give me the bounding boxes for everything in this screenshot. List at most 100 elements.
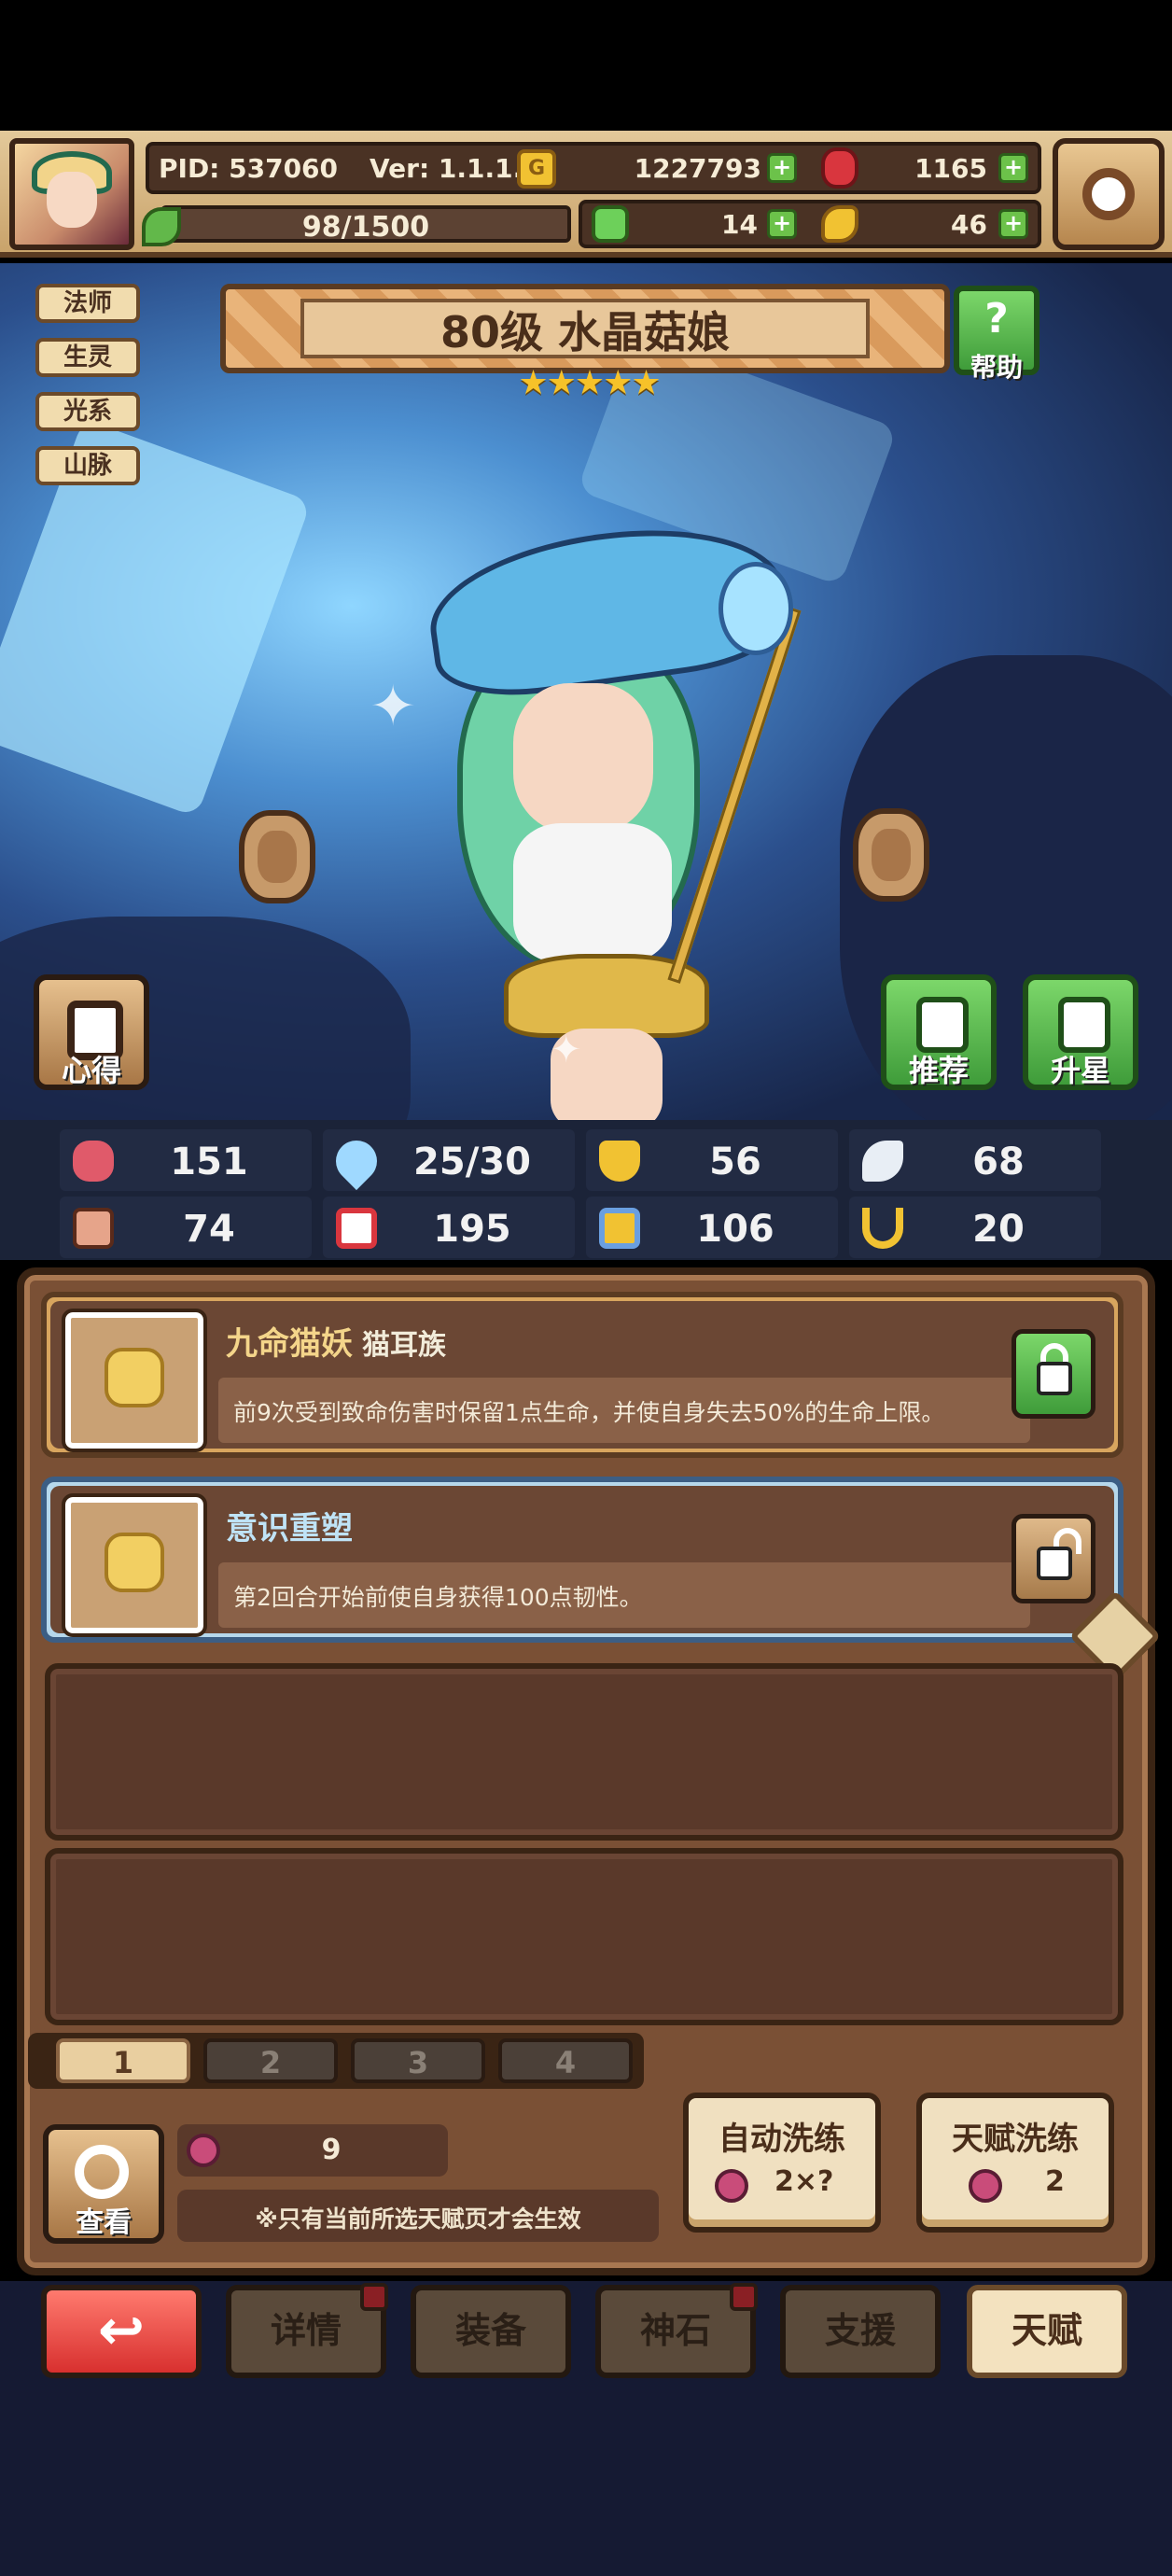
berry-count: 9 xyxy=(321,2134,342,2166)
class-tag: 法师 xyxy=(35,284,140,323)
star-up-label: 升星 xyxy=(1050,1053,1110,1088)
add-key-button[interactable]: + xyxy=(998,209,1028,239)
heart-icon xyxy=(73,1141,114,1182)
stat-hp: 151 xyxy=(60,1129,312,1191)
empty-talent-slot-3 xyxy=(45,1663,1123,1841)
lock-toggle-button[interactable] xyxy=(1012,1514,1095,1603)
talent-wash-cost: 2 xyxy=(1045,2165,1065,2198)
back-arrow-icon: ↩ xyxy=(97,2298,146,2363)
key-icon xyxy=(821,205,858,243)
stat-value: 195 xyxy=(433,1208,511,1251)
insight-label: 心得 xyxy=(61,1053,121,1088)
stat-value: 25/30 xyxy=(413,1141,531,1183)
cross-icon xyxy=(105,1533,164,1592)
stat-resist: 106 xyxy=(586,1197,838,1258)
talent-icon-cross xyxy=(62,1493,207,1637)
nav-support[interactable]: 支援 xyxy=(780,2285,941,2378)
page-tab-3[interactable]: 3 xyxy=(351,2038,485,2083)
add-clover-button[interactable]: + xyxy=(767,209,797,239)
auto-wash-button[interactable]: 自动洗练 2×? xyxy=(683,2093,881,2233)
status-bar-area xyxy=(0,0,1172,131)
talent-slot-1[interactable]: 九命猫妖 猫耳族 前9次受到致命伤害时保留1点生命，并使自身失去50%的生命上限。 xyxy=(41,1292,1123,1458)
nav-equipment-label: 装备 xyxy=(454,2310,526,2351)
nav-equipment[interactable]: 装备 xyxy=(411,2285,571,2378)
page-tab-2[interactable]: 2 xyxy=(203,2038,338,2083)
notification-dot xyxy=(730,2283,758,2311)
stat-value: 74 xyxy=(183,1208,235,1251)
wing-icon xyxy=(862,1141,903,1182)
stat-magic: 195 xyxy=(323,1197,575,1258)
magnifier-icon xyxy=(75,2145,129,2199)
gold-amount: 1227793 xyxy=(634,153,761,184)
player-id: PID: 537060 xyxy=(159,153,339,184)
stat-attack: 74 xyxy=(60,1197,312,1258)
settings-button[interactable] xyxy=(1053,138,1165,250)
thumbs-up-icon xyxy=(916,997,969,1053)
notification-dot xyxy=(360,2283,388,2311)
view-label: 查看 xyxy=(76,2206,132,2239)
talent-content: 九命猫妖 猫耳族 前9次受到致命伤害时保留1点生命，并使自身失去50%的生命上限。 xyxy=(50,1301,1114,1452)
nav-details[interactable]: 详情 xyxy=(226,2283,388,2378)
stat-value: 20 xyxy=(972,1208,1025,1251)
sparkle-icon: ✦ xyxy=(370,674,417,739)
stat-value: 56 xyxy=(709,1141,761,1183)
lock-toggle-button[interactable] xyxy=(1012,1329,1095,1419)
lock-closed-icon xyxy=(1037,1362,1072,1395)
mana-drop-icon xyxy=(327,1131,386,1191)
add-gem-button[interactable]: + xyxy=(998,153,1028,183)
auto-wash-cost: 2×? xyxy=(774,2165,834,2198)
berry-counter: 9 xyxy=(177,2124,448,2177)
rune-core xyxy=(872,829,911,881)
stat-mana: 25/30 xyxy=(323,1129,575,1191)
page-tab-4[interactable]: 4 xyxy=(498,2038,633,2083)
staff-orb xyxy=(719,562,793,655)
stat-value: 106 xyxy=(696,1208,774,1251)
clover-icon xyxy=(592,205,629,243)
star-rating: ★★★★★ xyxy=(518,364,661,402)
scroll-icon xyxy=(599,1208,640,1249)
insight-button[interactable]: 心得 xyxy=(34,974,149,1090)
berry-icon xyxy=(715,2169,748,2203)
talent-wash-button[interactable]: 天赋洗练 2 xyxy=(916,2093,1114,2233)
stat-defense: 56 xyxy=(586,1129,838,1191)
berry-icon xyxy=(969,2169,1002,2203)
nav-support-label: 支援 xyxy=(824,2310,896,2351)
lock-open-icon xyxy=(1037,1547,1072,1580)
nav-talent-label: 天赋 xyxy=(1011,2310,1082,2351)
avatar-face xyxy=(47,172,97,228)
help-label: 帮助 xyxy=(970,352,1023,383)
back-button[interactable]: ↩ xyxy=(41,2285,202,2378)
nav-talent[interactable]: 天赋 xyxy=(967,2285,1127,2378)
key-amount: 46 xyxy=(951,209,987,240)
talent-description: 第2回合开始前使自身获得100点韧性。 xyxy=(233,1584,643,1611)
gem-amount: 1165 xyxy=(914,153,987,184)
note-bar: ※只有当前所选天赋页才会生效 xyxy=(177,2190,659,2242)
talent-wash-label: 天赋洗练 xyxy=(952,2121,1079,2158)
player-avatar[interactable] xyxy=(9,138,134,250)
talent-content: 意识重塑 第2回合开始前使自身获得100点韧性。 xyxy=(50,1486,1114,1637)
rune-core xyxy=(258,831,297,883)
add-gold-button[interactable]: + xyxy=(767,153,797,183)
hero-title: 80级 水晶菇娘 xyxy=(440,307,731,357)
hero-character xyxy=(411,510,840,1120)
fist-icon xyxy=(73,1208,114,1249)
recommend-label: 推荐 xyxy=(908,1053,969,1088)
left-rune-stone[interactable] xyxy=(239,810,315,903)
ruby-gem-icon xyxy=(821,147,858,189)
view-button[interactable]: 查看 xyxy=(43,2124,164,2244)
nav-godstone[interactable]: 神石 xyxy=(595,2283,758,2378)
talent-icon-cat xyxy=(62,1309,207,1452)
page-tab-1[interactable]: 1 xyxy=(56,2038,190,2083)
cat-icon xyxy=(105,1348,164,1407)
right-rune-stone[interactable] xyxy=(853,808,929,902)
stat-value: 151 xyxy=(170,1141,248,1183)
recommend-button[interactable]: 推荐 xyxy=(881,974,997,1090)
talent-title: 意识重塑 xyxy=(226,1510,353,1547)
element-tag: 光系 xyxy=(35,392,140,431)
star-up-button[interactable]: 升星 xyxy=(1023,974,1138,1090)
talent-description: 前9次受到致命伤害时保留1点生命，并使自身失去50%的生命上限。 xyxy=(233,1399,945,1426)
talent-slot-2[interactable]: 意识重塑 第2回合开始前使自身获得100点韧性。 xyxy=(41,1477,1123,1643)
talent-name: 意识重塑 xyxy=(226,1503,353,1548)
stat-value: 68 xyxy=(972,1141,1025,1183)
empty-talent-slot-4 xyxy=(45,1848,1123,2025)
